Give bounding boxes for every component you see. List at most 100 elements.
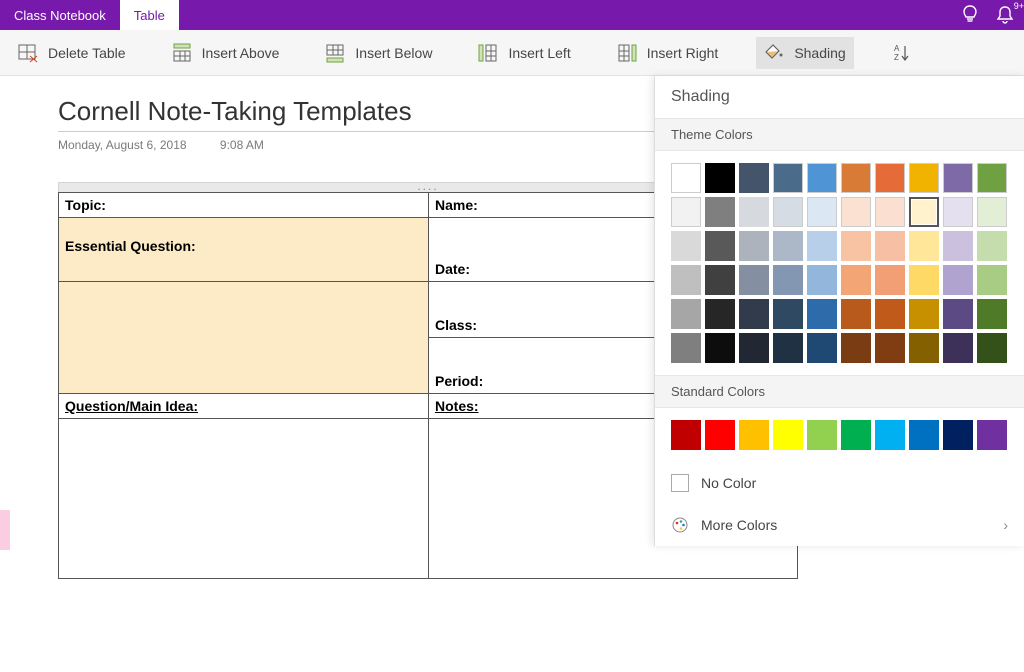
color-swatch[interactable] — [739, 333, 769, 363]
color-swatch[interactable] — [841, 163, 871, 193]
color-swatch[interactable] — [773, 299, 803, 329]
standard-colors-header: Standard Colors — [655, 375, 1024, 408]
color-swatch[interactable] — [705, 333, 735, 363]
color-swatch[interactable] — [943, 163, 973, 193]
color-swatch[interactable] — [841, 420, 871, 450]
color-swatch[interactable] — [943, 231, 973, 261]
color-swatch[interactable] — [841, 197, 871, 227]
color-swatch[interactable] — [909, 231, 939, 261]
color-swatch[interactable] — [977, 265, 1007, 295]
tab-class-notebook[interactable]: Class Notebook — [0, 0, 120, 30]
color-swatch[interactable] — [773, 265, 803, 295]
color-swatch[interactable] — [739, 231, 769, 261]
color-swatch[interactable] — [773, 163, 803, 193]
color-swatch[interactable] — [739, 265, 769, 295]
color-swatch[interactable] — [943, 265, 973, 295]
color-swatch[interactable] — [773, 197, 803, 227]
color-swatch[interactable] — [875, 197, 905, 227]
color-swatch[interactable] — [705, 163, 735, 193]
cell-topic[interactable]: Topic: — [59, 193, 429, 218]
color-swatch[interactable] — [977, 420, 1007, 450]
color-swatch[interactable] — [977, 163, 1007, 193]
color-swatch[interactable] — [875, 333, 905, 363]
theme-colors-header: Theme Colors — [655, 118, 1024, 151]
insert-right-button[interactable]: Insert Right — [609, 37, 727, 69]
color-swatch[interactable] — [671, 265, 701, 295]
color-swatch[interactable] — [841, 265, 871, 295]
cell-essential-question-body[interactable] — [59, 282, 429, 394]
color-swatch[interactable] — [773, 231, 803, 261]
notifications-icon[interactable]: 9+ — [996, 5, 1014, 25]
color-swatch[interactable] — [875, 231, 905, 261]
svg-text:Z: Z — [894, 53, 899, 62]
color-swatch[interactable] — [943, 420, 973, 450]
color-swatch[interactable] — [875, 420, 905, 450]
shading-panel-title: Shading — [655, 76, 1024, 118]
page-time: 9:08 AM — [220, 138, 264, 152]
color-swatch[interactable] — [671, 420, 701, 450]
insert-below-button[interactable]: Insert Below — [317, 37, 440, 69]
svg-text:A: A — [894, 44, 900, 53]
color-swatch[interactable] — [977, 197, 1007, 227]
standard-colors-row — [655, 408, 1024, 462]
color-swatch[interactable] — [943, 299, 973, 329]
color-swatch[interactable] — [739, 197, 769, 227]
cell-question-main[interactable]: Question/Main Idea: — [59, 394, 429, 419]
color-swatch[interactable] — [807, 231, 837, 261]
more-colors-option[interactable]: More Colors › — [655, 504, 1024, 546]
color-swatch[interactable] — [909, 333, 939, 363]
sort-button[interactable]: AZ — [884, 37, 920, 69]
color-swatch[interactable] — [739, 420, 769, 450]
color-swatch[interactable] — [841, 231, 871, 261]
color-swatch[interactable] — [671, 299, 701, 329]
color-swatch[interactable] — [671, 231, 701, 261]
insert-above-button[interactable]: Insert Above — [164, 37, 288, 69]
shading-button[interactable]: Shading — [756, 37, 853, 69]
cell-essential-question[interactable]: Essential Question: — [59, 218, 429, 282]
color-swatch[interactable] — [909, 163, 939, 193]
color-swatch[interactable] — [807, 197, 837, 227]
cell-question-body[interactable] — [59, 419, 429, 579]
color-swatch[interactable] — [909, 265, 939, 295]
color-swatch[interactable] — [705, 299, 735, 329]
color-swatch[interactable] — [773, 420, 803, 450]
color-swatch[interactable] — [977, 333, 1007, 363]
color-swatch[interactable] — [705, 265, 735, 295]
palette-icon — [671, 516, 689, 534]
delete-table-button[interactable]: Delete Table — [10, 37, 134, 69]
color-swatch[interactable] — [807, 163, 837, 193]
lightbulb-icon[interactable] — [962, 5, 978, 25]
color-swatch[interactable] — [671, 197, 701, 227]
color-swatch[interactable] — [671, 333, 701, 363]
color-swatch[interactable] — [739, 299, 769, 329]
color-swatch[interactable] — [977, 299, 1007, 329]
color-swatch[interactable] — [841, 333, 871, 363]
color-swatch[interactable] — [807, 299, 837, 329]
shading-panel: Shading Theme Colors Standard Colors No … — [654, 76, 1024, 546]
color-swatch[interactable] — [807, 333, 837, 363]
color-swatch[interactable] — [943, 197, 973, 227]
color-swatch[interactable] — [841, 299, 871, 329]
color-swatch[interactable] — [875, 265, 905, 295]
color-swatch[interactable] — [705, 197, 735, 227]
color-swatch[interactable] — [875, 163, 905, 193]
color-swatch[interactable] — [807, 265, 837, 295]
color-swatch[interactable] — [909, 420, 939, 450]
color-swatch[interactable] — [705, 231, 735, 261]
notifications-badge: 9+ — [1014, 1, 1024, 11]
color-swatch[interactable] — [875, 299, 905, 329]
color-swatch[interactable] — [909, 299, 939, 329]
color-swatch[interactable] — [977, 231, 1007, 261]
no-color-option[interactable]: No Color — [655, 462, 1024, 504]
color-swatch[interactable] — [943, 333, 973, 363]
color-swatch[interactable] — [671, 163, 701, 193]
shading-icon — [764, 43, 784, 63]
tab-table[interactable]: Table — [120, 0, 179, 30]
insert-left-button[interactable]: Insert Left — [470, 37, 578, 69]
color-swatch[interactable] — [705, 420, 735, 450]
insert-right-icon — [617, 43, 637, 63]
color-swatch[interactable] — [909, 197, 939, 227]
color-swatch[interactable] — [807, 420, 837, 450]
color-swatch[interactable] — [739, 163, 769, 193]
color-swatch[interactable] — [773, 333, 803, 363]
